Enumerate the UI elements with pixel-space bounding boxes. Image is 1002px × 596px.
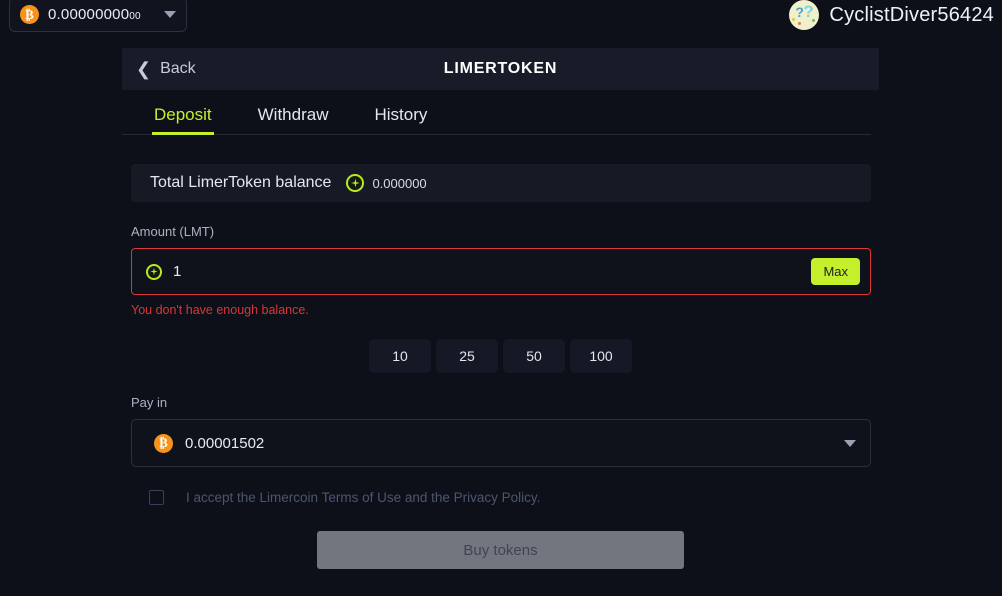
total-balance-value: 0.000000 [372, 175, 427, 191]
avatar-confetti-dot [792, 18, 796, 21]
total-balance-value-group: 0.000000 [346, 174, 427, 192]
bitcoin-icon: ₿ [20, 5, 39, 24]
top-bar: ₿ 0.0000000000 ? ? CyclistDiver56424 [0, 0, 1002, 40]
avatar-confetti-dot [798, 22, 802, 25]
pay-in-value: 0.00001502 [185, 434, 265, 452]
terms-row: I accept the Limercoin Terms of Use and … [149, 490, 879, 505]
wallet-balance-decimals: 00 [129, 11, 141, 22]
terms-label: I accept the Limercoin Terms of Use and … [186, 490, 541, 505]
page-header: ❮ Back LIMERTOKEN [122, 48, 879, 90]
buy-tokens-button[interactable]: Buy tokens [317, 531, 684, 569]
quick-amount-100[interactable]: 100 [570, 339, 632, 373]
amount-field-label: Amount (LMT) [131, 224, 215, 239]
total-balance-label: Total LimerToken balance [150, 174, 332, 191]
quick-amount-row: 10 25 50 100 [122, 339, 879, 373]
user-account[interactable]: ? ? CyclistDiver56424 [789, 0, 994, 30]
terms-checkbox[interactable] [149, 490, 164, 505]
wallet-balance-text: 0.0000000000 [48, 6, 141, 23]
username-label: CyclistDiver56424 [829, 3, 994, 26]
token-page: ❮ Back LIMERTOKEN Deposit Withdraw Histo… [122, 48, 879, 569]
amount-input-wrapper[interactable]: 1 Max [131, 248, 871, 295]
avatar: ? ? [789, 0, 820, 30]
chevron-down-icon[interactable] [844, 439, 856, 447]
limertoken-icon [146, 263, 162, 280]
quick-amount-10[interactable]: 10 [369, 339, 431, 373]
wallet-balance-selector[interactable]: ₿ 0.0000000000 [9, 0, 187, 32]
quick-amount-50[interactable]: 50 [503, 339, 565, 373]
tab-withdraw[interactable]: Withdraw [235, 99, 352, 134]
amount-error-message: You don't have enough balance. [131, 303, 309, 317]
page-title: LIMERTOKEN [443, 60, 558, 77]
max-button[interactable]: Max [811, 258, 860, 285]
bitcoin-icon: ₿ [154, 433, 173, 453]
quick-amount-25[interactable]: 25 [436, 339, 498, 373]
limertoken-icon [346, 174, 365, 192]
amount-input[interactable]: 1 [173, 263, 811, 280]
pay-in-select[interactable]: ₿ 0.00001502 [131, 419, 871, 467]
tab-deposit[interactable]: Deposit [131, 99, 235, 135]
tab-bar: Deposit Withdraw History [122, 99, 871, 135]
wallet-balance-value: 0.00000000 [48, 6, 130, 23]
avatar-confetti-dot [812, 19, 816, 22]
pay-in-label: Pay in [131, 395, 168, 410]
total-balance-strip: Total LimerToken balance 0.000000 [131, 164, 871, 202]
chevron-down-icon[interactable] [164, 11, 176, 18]
tab-history[interactable]: History [352, 99, 451, 134]
